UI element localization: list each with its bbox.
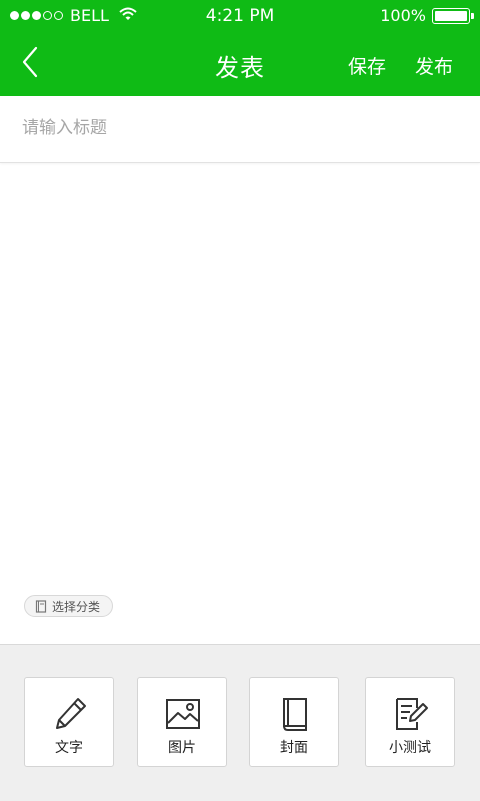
insert-toolbar: 文字 图片 封面 小测试 <box>0 644 480 801</box>
battery-percent: 100% <box>380 6 426 25</box>
pencil-icon <box>56 698 86 729</box>
category-label: 选择分类 <box>52 599 101 614</box>
title-input[interactable] <box>22 114 452 142</box>
title-row <box>0 96 480 163</box>
tool-quiz-label: 小测试 <box>389 740 431 756</box>
tool-cover-label: 封面 <box>280 740 308 756</box>
tool-text-label: 文字 <box>55 740 83 756</box>
nav-bar: 发表 保存 发布 <box>0 34 480 96</box>
quiz-icon <box>396 698 428 730</box>
tool-cover-button[interactable]: 封面 <box>249 677 339 767</box>
select-category-button[interactable]: 选择分类 <box>24 595 114 617</box>
book-icon <box>35 599 47 613</box>
status-bar: BELL 4:21 PM 100% <box>0 0 480 34</box>
tool-image-label: 图片 <box>168 740 196 756</box>
publish-button[interactable]: 发布 <box>415 52 453 79</box>
tool-image-button[interactable]: 图片 <box>137 677 227 767</box>
tool-text-button[interactable]: 文字 <box>24 677 114 767</box>
tool-quiz-button[interactable]: 小测试 <box>365 677 455 767</box>
battery-icon <box>432 7 474 24</box>
app-header: BELL 4:21 PM 100% 发表 保存 发布 <box>0 0 480 96</box>
book-icon <box>283 698 307 731</box>
save-button[interactable]: 保存 <box>348 52 386 79</box>
status-right: 100% <box>380 6 474 25</box>
image-icon <box>166 699 200 729</box>
page-title: 发表 <box>215 54 265 82</box>
